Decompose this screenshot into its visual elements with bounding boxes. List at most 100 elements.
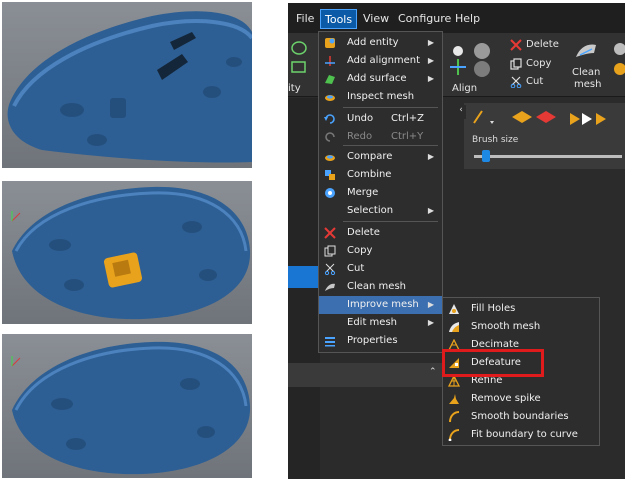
tools-menu-item-improve-mesh[interactable]: Improve mesh ▶ — [319, 296, 442, 314]
tools-menu-item-merge[interactable]: Merge — [319, 184, 442, 202]
remove-spike-icon — [449, 394, 459, 404]
tools-menu-item-inspect-mesh[interactable]: Inspect mesh — [319, 88, 442, 106]
defeature-callout-box — [442, 349, 544, 377]
cut-icon — [510, 76, 522, 88]
menu-item-label: Clean mesh — [347, 281, 406, 292]
viewport-top — [2, 2, 252, 168]
menu-item-label: Fill Holes — [471, 303, 516, 314]
tools-menu-item-cut[interactable]: Cut — [319, 260, 442, 278]
viewport-middle — [2, 181, 252, 324]
menu-item-label: Delete — [347, 227, 380, 238]
collapsed-panel-header[interactable]: ⌃ — [288, 363, 443, 387]
menu-help[interactable]: Help — [451, 9, 484, 29]
ribbon-copy-button[interactable]: Copy — [526, 58, 551, 69]
brush-size-label: Brush size — [472, 135, 519, 145]
submenu-arrow-icon: ▶ — [427, 300, 434, 309]
submenu-arrow-icon: ▶ — [427, 206, 434, 215]
compare-icon — [325, 155, 335, 161]
menu-item-label: Add entity — [347, 37, 399, 48]
ribbon-shape-icons[interactable] — [290, 39, 308, 75]
tools-menu-item-properties[interactable]: Properties — [319, 332, 442, 350]
menu-item-label: Smooth boundaries — [471, 411, 569, 422]
ribbon-cut-button[interactable]: Cut — [526, 76, 543, 87]
smooth-mesh-icon — [449, 322, 459, 332]
add-alignment-icon — [325, 56, 335, 66]
tools-menu-item-delete[interactable]: Delete — [319, 224, 442, 242]
fit-boundary-icon — [448, 429, 460, 441]
copy-icon — [510, 58, 522, 70]
brush-size-slider[interactable] — [474, 155, 622, 158]
delete-icon — [510, 39, 522, 51]
redo-icon — [325, 132, 335, 142]
add-surface-icon — [325, 75, 335, 84]
tools-menu-item-selection[interactable]: Selection ▶ — [319, 202, 442, 220]
improve-menu-item-smooth-mesh[interactable]: Smooth mesh — [443, 318, 599, 336]
menu-file[interactable]: File — [292, 9, 318, 29]
selected-tree-row[interactable] — [288, 266, 320, 288]
improve-menu-item-fit-boundary-to-curve[interactable]: Fit boundary to curve — [443, 426, 599, 444]
align-button[interactable]: Align — [452, 83, 477, 94]
submenu-arrow-icon: ▶ — [427, 56, 434, 65]
ribbon-overflow-icons[interactable] — [610, 39, 625, 79]
submenu-arrow-icon: ▶ — [427, 152, 434, 161]
brush-tool-icons[interactable] — [470, 107, 620, 129]
menu-item-label: Redo — [347, 131, 373, 142]
menu-item-label: Inspect mesh — [347, 91, 415, 102]
improve-menu-item-remove-spike[interactable]: Remove spike — [443, 390, 599, 408]
tools-menu-item-add-surface[interactable]: Add surface ▶ — [319, 70, 442, 88]
ribbon-clean-mesh-line1[interactable]: Clean — [572, 67, 600, 78]
tools-menu-item-combine[interactable]: Combine — [319, 166, 442, 184]
cut-icon — [324, 263, 336, 275]
menu-bar: File Tools View Configure Help — [288, 3, 625, 33]
properties-icon — [325, 337, 335, 347]
improve-menu-item-smooth-boundaries[interactable]: Smooth boundaries — [443, 408, 599, 426]
clean-mesh-icon — [576, 44, 596, 57]
clean-mesh-icon — [325, 283, 335, 291]
menu-item-label: Cut — [347, 263, 365, 274]
merge-icon — [325, 188, 335, 198]
viewport-bottom — [2, 334, 252, 478]
menu-item-label: Smooth mesh — [471, 321, 541, 332]
tools-menu-item-edit-mesh[interactable]: Edit mesh ▶ — [319, 314, 442, 332]
undo-icon — [324, 114, 335, 124]
menu-separator — [343, 107, 438, 108]
ribbon-entity-label: ity — [288, 83, 301, 94]
tools-menu-item-copy[interactable]: Copy — [319, 242, 442, 260]
menu-item-label: Properties — [347, 335, 398, 346]
menu-item-shortcut: Ctrl+Y — [391, 131, 424, 142]
left-dock-panel — [288, 98, 320, 479]
align-icon[interactable] — [448, 39, 500, 79]
tools-menu-item-clean-mesh[interactable]: Clean mesh — [319, 278, 442, 296]
menu-tools[interactable]: Tools — [320, 9, 358, 29]
menu-item-label: Undo — [347, 113, 374, 124]
menu-configure[interactable]: Configure — [394, 9, 455, 29]
menu-separator — [343, 221, 438, 222]
delete-icon — [324, 227, 336, 239]
tools-dropdown-menu: Add entity ▶ Add alignment ▶ Add surface ▶ Ins… — [318, 31, 443, 353]
menu-item-label: Add surface — [347, 73, 407, 84]
tools-menu-item-compare[interactable]: Compare ▶ — [319, 148, 442, 166]
tools-menu-item-undo[interactable]: Undo Ctrl+Z — [319, 110, 442, 128]
menu-view[interactable]: View — [359, 9, 393, 29]
menu-item-label: Fit boundary to curve — [471, 429, 578, 440]
combine-icon — [325, 170, 335, 180]
improve-menu-item-fill-holes[interactable]: Fill Holes — [443, 300, 599, 318]
tools-menu-item-add-alignment[interactable]: Add alignment ▶ — [319, 52, 442, 70]
tools-menu-item-add-entity[interactable]: Add entity ▶ — [319, 34, 442, 52]
menu-item-label: Improve mesh — [347, 299, 419, 310]
panel-collapse-icon[interactable]: ‹ — [456, 105, 466, 119]
add-entity-icon — [325, 38, 335, 48]
brush-panel: ‹ Brush size — [456, 103, 625, 169]
brush-size-slider-handle[interactable] — [481, 150, 490, 162]
menu-item-shortcut: Ctrl+Z — [391, 113, 425, 124]
menu-item-label: Selection — [347, 205, 394, 216]
submenu-arrow-icon: ▶ — [427, 38, 434, 47]
ribbon-delete-button[interactable]: Delete — [526, 39, 559, 50]
menu-item-label: Compare — [347, 151, 393, 162]
ribbon-clean-mesh-line2[interactable]: mesh — [574, 79, 601, 90]
menu-item-label: Copy — [347, 245, 373, 256]
chevron-up-icon[interactable]: ⌃ — [429, 367, 437, 377]
submenu-arrow-icon: ▶ — [427, 318, 434, 327]
menu-item-label: Merge — [347, 187, 379, 198]
tools-menu-item-redo[interactable]: Redo Ctrl+Y — [319, 128, 442, 146]
